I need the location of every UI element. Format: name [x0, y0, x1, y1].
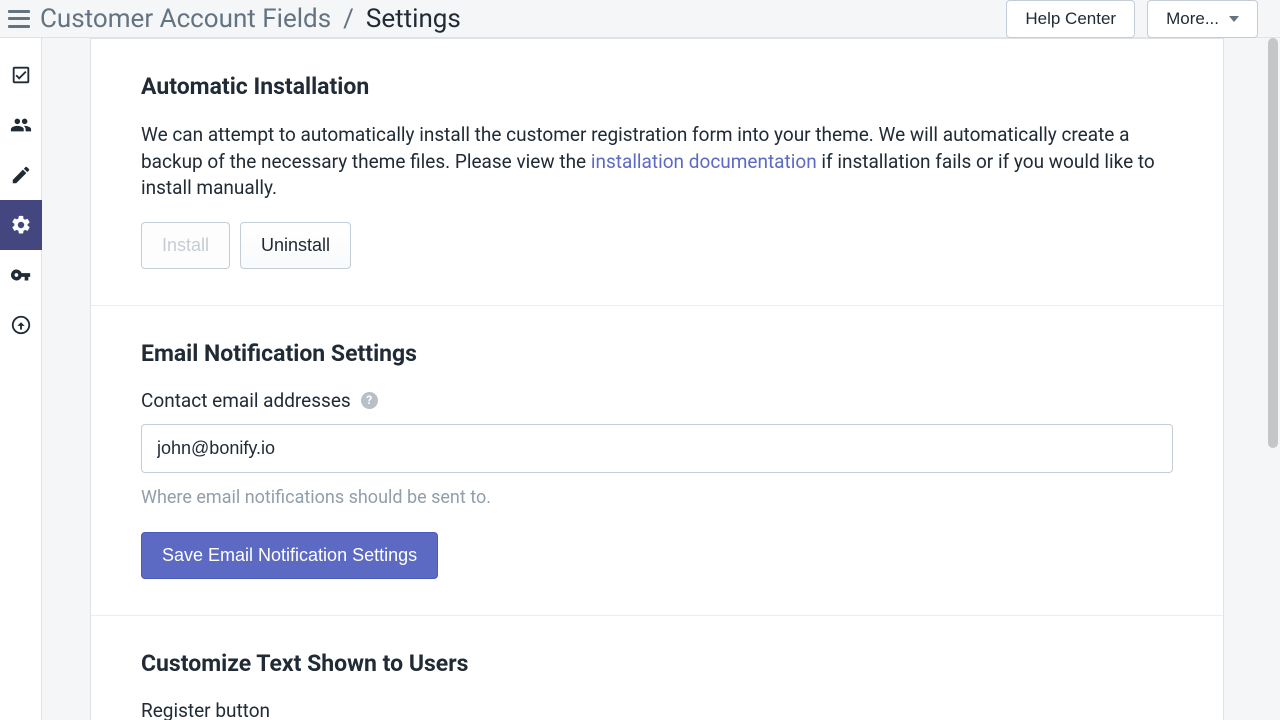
installation-documentation-link[interactable]: installation documentation: [591, 150, 817, 173]
gear-icon: [10, 214, 32, 236]
sidebar-item-upgrade[interactable]: [0, 300, 42, 350]
customize-heading: Customize Text Shown to Users: [141, 650, 1173, 677]
section-email-notifications: Email Notification Settings Contact emai…: [91, 306, 1223, 616]
key-icon: [10, 264, 32, 286]
scrollbar[interactable]: [1268, 38, 1278, 448]
topbar-left: Customer Account Fields / Settings: [8, 4, 461, 34]
uninstall-button[interactable]: Uninstall: [240, 222, 351, 269]
upload-circle-icon: [10, 314, 32, 336]
more-button-label: More...: [1166, 9, 1219, 29]
sidebar-item-checklist[interactable]: [0, 50, 42, 100]
register-button-label: Register button: [141, 699, 1173, 720]
sidebar-item-customers[interactable]: [0, 100, 42, 150]
breadcrumb-root[interactable]: Customer Account Fields: [40, 4, 331, 34]
install-button: Install: [141, 222, 230, 269]
checkbox-icon: [10, 64, 32, 86]
sidebar-item-edit[interactable]: [0, 150, 42, 200]
topbar-right: Help Center More...: [1006, 0, 1258, 38]
sidebar-item-keys[interactable]: [0, 250, 42, 300]
more-button[interactable]: More...: [1147, 0, 1258, 38]
breadcrumb-current: Settings: [366, 4, 461, 34]
chevron-down-icon: [1229, 16, 1239, 22]
topbar: Customer Account Fields / Settings Help …: [0, 0, 1280, 38]
settings-card: Automatic Installation We can attempt to…: [90, 38, 1224, 720]
contact-email-label: Contact email addresses ?: [141, 389, 1173, 412]
help-center-button[interactable]: Help Center: [1006, 0, 1135, 38]
hamburger-icon[interactable]: [8, 10, 30, 28]
auto-install-description: We can attempt to automatically install …: [141, 122, 1173, 202]
sidebar-item-settings[interactable]: [0, 200, 42, 250]
contact-email-help: Where email notifications should be sent…: [141, 487, 1173, 508]
email-heading: Email Notification Settings: [141, 340, 1173, 367]
breadcrumb-separator: /: [343, 4, 354, 34]
save-email-settings-button[interactable]: Save Email Notification Settings: [141, 532, 438, 579]
section-auto-install: Automatic Installation We can attempt to…: [91, 39, 1223, 306]
users-icon: [10, 114, 32, 136]
breadcrumb: Customer Account Fields / Settings: [40, 4, 461, 34]
sidebar: [0, 38, 42, 720]
contact-email-label-text: Contact email addresses: [141, 389, 351, 412]
main-scroll[interactable]: Automatic Installation We can attempt to…: [42, 38, 1264, 720]
auto-install-heading: Automatic Installation: [141, 73, 1173, 100]
contact-email-input[interactable]: [141, 424, 1173, 473]
edit-icon: [10, 164, 32, 186]
help-icon[interactable]: ?: [361, 392, 378, 409]
section-customize-text: Customize Text Shown to Users Register b…: [91, 616, 1223, 720]
